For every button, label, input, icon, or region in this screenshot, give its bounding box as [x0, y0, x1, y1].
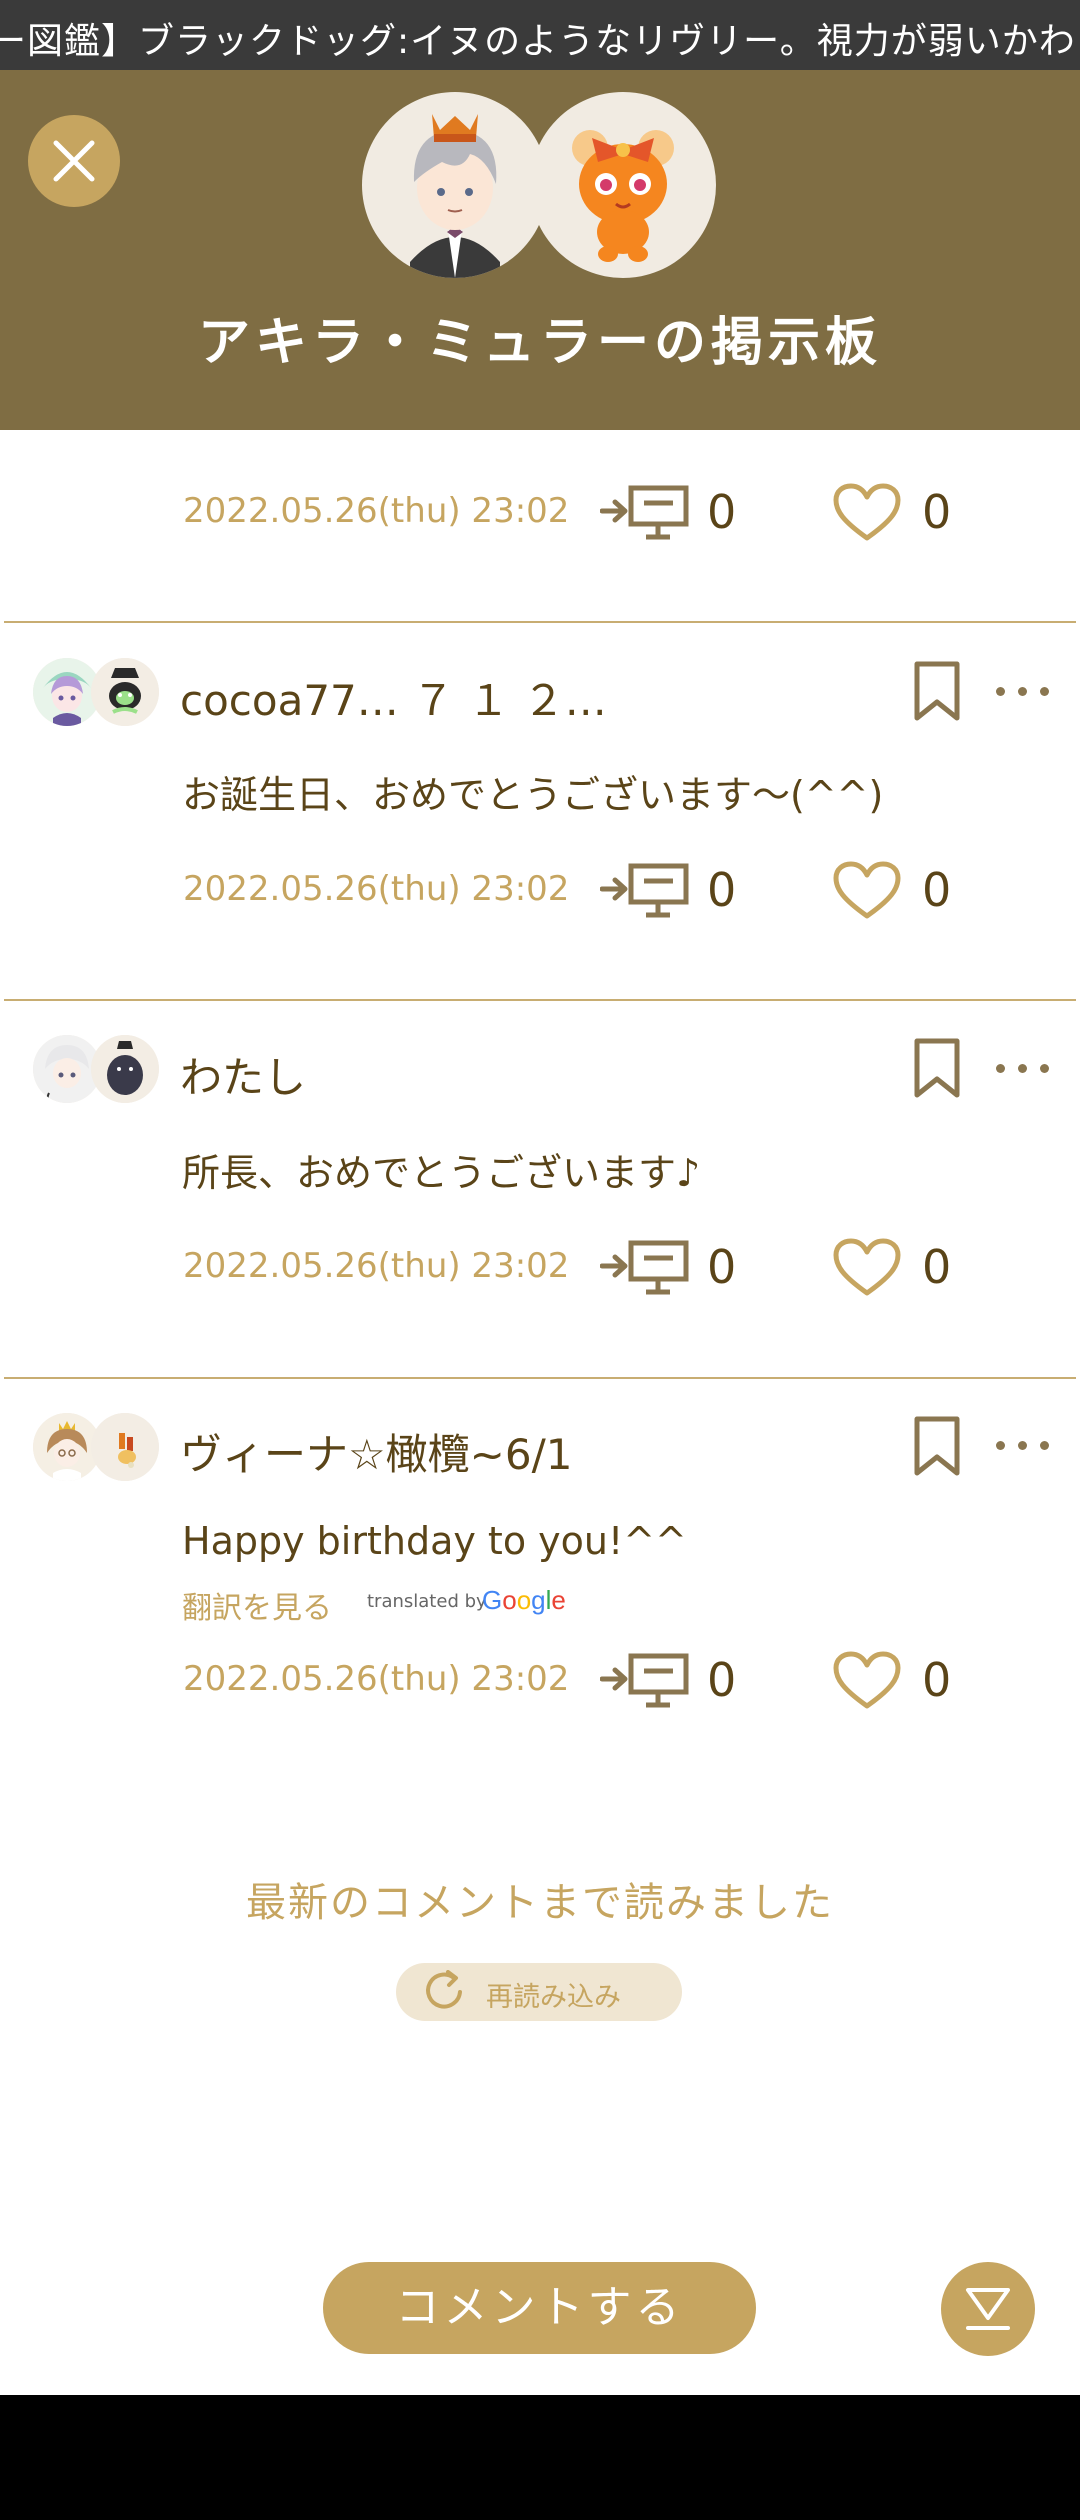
bookmark-icon[interactable]: [912, 660, 962, 722]
scroll-to-bottom-button[interactable]: [941, 2262, 1035, 2356]
like-count: 0: [922, 1240, 952, 1294]
close-button[interactable]: [28, 115, 120, 207]
like-count: 0: [922, 485, 952, 539]
bookmark-icon[interactable]: [912, 1037, 962, 1099]
reply-count: 0: [707, 1653, 737, 1707]
heart-icon[interactable]: [833, 1238, 901, 1298]
post-date: 2022.05.26(thu) 23:02: [183, 1659, 570, 1699]
post-divider: [4, 1377, 1076, 1379]
post-divider: [4, 999, 1076, 1001]
avatar-character-illustration: [410, 114, 500, 278]
reply-count: 0: [707, 1240, 737, 1294]
heart-icon[interactable]: [833, 861, 901, 921]
like-count: 0: [922, 863, 952, 917]
more-dots-icon[interactable]: [995, 1048, 1051, 1088]
comment-button[interactable]: コメントする: [323, 2262, 756, 2354]
ticker-text: ー図鑑】ブラックドッグ:イヌのようなリヴリー。視力が弱いかわりにに: [0, 21, 1080, 62]
reply-board-icon[interactable]: [600, 859, 692, 919]
more-dots-icon[interactable]: [995, 671, 1051, 711]
post-username[interactable]: ヴィーナ☆橄欖~6/1: [180, 1421, 572, 1482]
reload-icon: [426, 1970, 462, 2009]
post-meta: 2022.05.26(thu) 23:02 0 0: [0, 851, 1080, 931]
translated-by-label: translated by: [367, 1591, 487, 1612]
post-message: お誕生日、おめでとうございます〜(^^): [182, 773, 884, 817]
reply-count: 0: [707, 485, 737, 539]
translate-link[interactable]: 翻訳を見る: [182, 1583, 332, 1627]
reload-button[interactable]: 再読み込み: [396, 1963, 682, 2021]
read-all-message: 最新のコメントまで読みました: [246, 1880, 834, 1926]
close-icon: [53, 140, 95, 182]
heart-icon[interactable]: [833, 483, 901, 543]
post-date: 2022.05.26(thu) 23:02: [183, 869, 570, 909]
post-username[interactable]: cocoa77… ７ １ ２…: [180, 667, 607, 728]
google-logo: Google: [482, 1585, 566, 1615]
livly-pet-illustration: [572, 130, 674, 262]
post-meta: 2022.05.26(thu) 23:02 0 0: [0, 473, 1080, 553]
post-meta: 2022.05.26(thu) 23:02 0 0: [0, 1641, 1080, 1721]
board-header: アキラ・ミュラーの掲示板: [0, 70, 1080, 430]
system-nav-bar: [0, 2395, 1080, 2520]
news-ticker: ー図鑑】ブラックドッグ:イヌのようなリヴリー。視力が弱いかわりにに: [0, 0, 1080, 70]
reply-board-icon[interactable]: [600, 1649, 692, 1709]
livly-illustration: [91, 1413, 159, 1481]
post-meta: 2022.05.26(thu) 23:02 0 0: [0, 1228, 1080, 1308]
user-avatar-livly[interactable]: [91, 1035, 159, 1103]
post-date: 2022.05.26(thu) 23:02: [183, 491, 570, 531]
user-avatar-livly[interactable]: [91, 1413, 159, 1481]
like-count: 0: [922, 1653, 952, 1707]
board-title: アキラ・ミュラーの掲示板: [197, 313, 882, 373]
heart-icon[interactable]: [833, 1651, 901, 1711]
post-divider: [4, 621, 1076, 623]
more-dots-icon[interactable]: [995, 1425, 1051, 1465]
post-date: 2022.05.26(thu) 23:02: [183, 1246, 570, 1286]
reload-label: 再読み込み: [486, 1982, 621, 2013]
post-message: 所長、おめでとうございます♪: [182, 1151, 701, 1195]
post-message: Happy birthday to you!^^: [182, 1519, 687, 1563]
post-username[interactable]: わたし: [180, 1044, 306, 1105]
livly-illustration: [91, 1035, 159, 1103]
reply-board-icon[interactable]: [600, 1236, 692, 1296]
owner-avatar-livly[interactable]: [530, 92, 716, 278]
reply-count: 0: [707, 863, 737, 917]
livly-illustration: [91, 658, 159, 726]
reply-board-icon[interactable]: [600, 481, 692, 541]
bookmark-icon[interactable]: [912, 1415, 962, 1477]
user-avatar-livly[interactable]: [91, 658, 159, 726]
scroll-to-bottom-icon: [966, 2288, 1010, 2330]
owner-avatar-character[interactable]: [362, 92, 548, 278]
